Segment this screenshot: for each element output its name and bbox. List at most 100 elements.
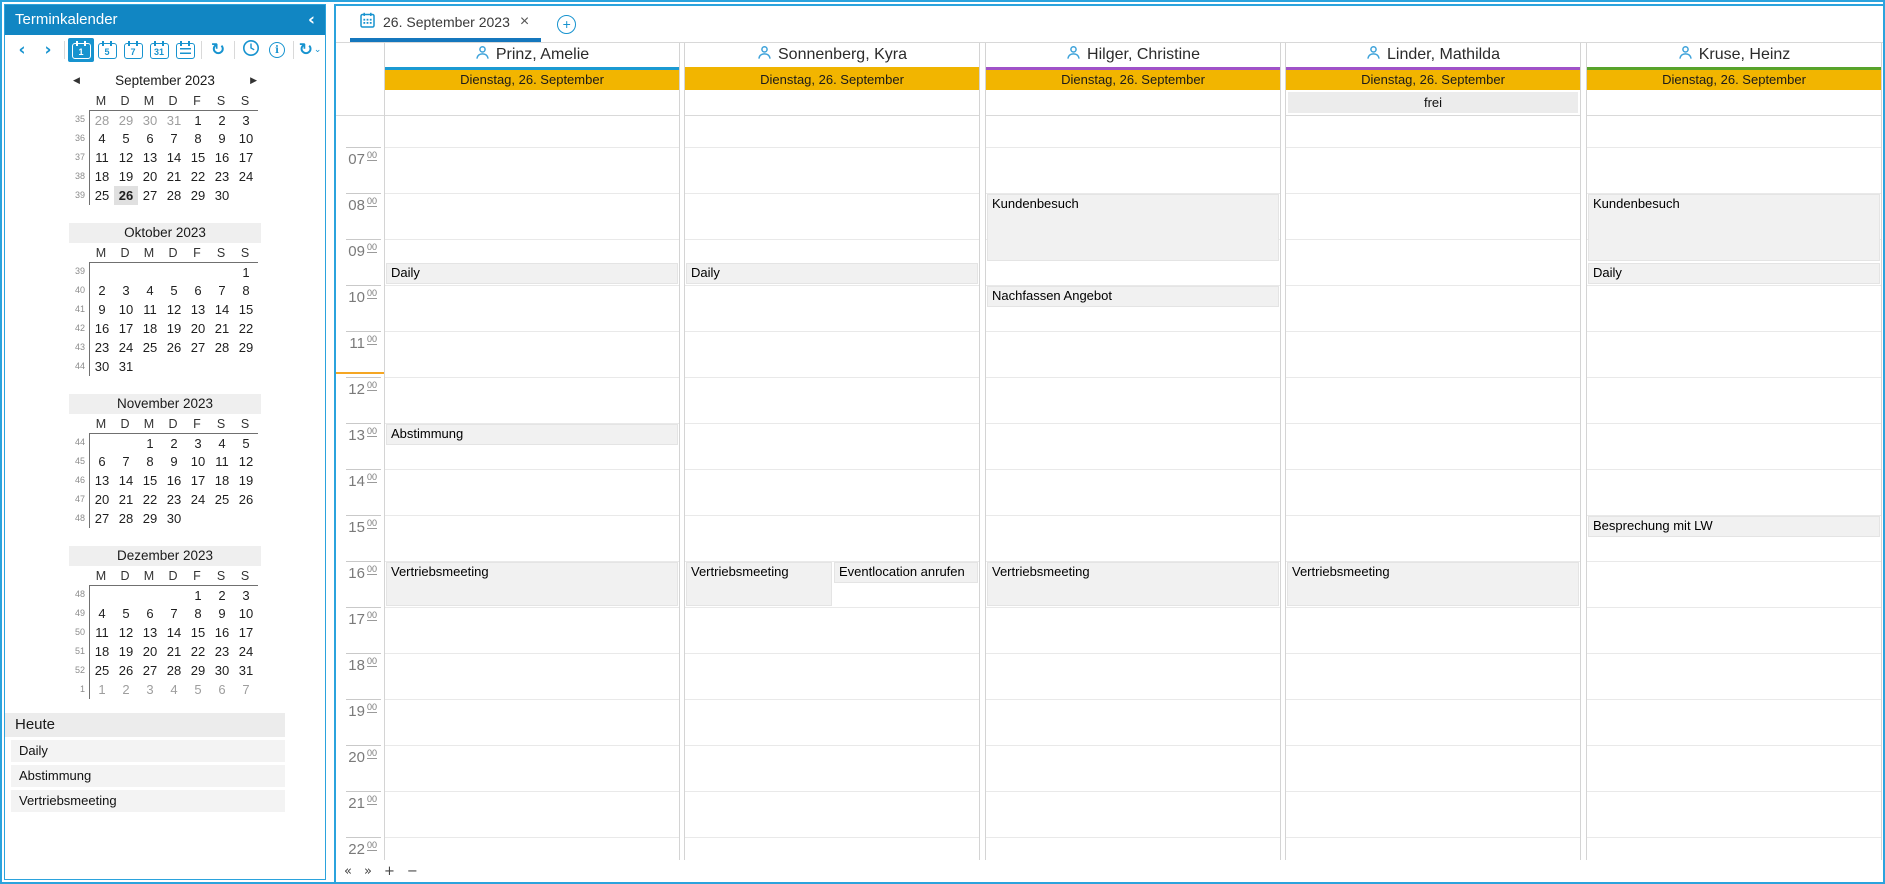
- sync-button[interactable]: ↻ ⌄: [297, 38, 323, 62]
- day-cell[interactable]: 17: [114, 319, 138, 338]
- day-cell[interactable]: 6: [186, 281, 210, 300]
- day-cell[interactable]: 26: [114, 186, 138, 205]
- day-cell[interactable]: 5: [114, 129, 138, 148]
- day-cell[interactable]: 17: [234, 623, 258, 642]
- day-cell[interactable]: 27: [90, 509, 114, 528]
- day-cell[interactable]: 15: [234, 300, 258, 319]
- column-header[interactable]: Hilger, Christine: [986, 43, 1280, 67]
- day-cell[interactable]: 27: [138, 661, 162, 680]
- day-cell[interactable]: 25: [210, 490, 234, 509]
- event[interactable]: Besprechung mit LW: [1588, 516, 1880, 537]
- info-button[interactable]: i: [264, 38, 290, 62]
- day-cell[interactable]: 24: [234, 167, 258, 186]
- day-cell[interactable]: 1: [138, 434, 162, 452]
- day-cell[interactable]: 7: [162, 604, 186, 623]
- month-view-button[interactable]: 31: [146, 38, 172, 62]
- day-cell[interactable]: 23: [162, 490, 186, 509]
- day-cell[interactable]: 15: [186, 623, 210, 642]
- event[interactable]: Abstimmung: [386, 424, 678, 445]
- day-cell[interactable]: 4: [90, 129, 114, 148]
- day-cell[interactable]: 4: [90, 604, 114, 623]
- day-cell[interactable]: 5: [186, 680, 210, 699]
- day-cell[interactable]: 13: [138, 148, 162, 167]
- day-cell[interactable]: 29: [234, 338, 258, 357]
- day-cell[interactable]: 10: [114, 300, 138, 319]
- day-cell[interactable]: 18: [138, 319, 162, 338]
- day-cell[interactable]: 22: [138, 490, 162, 509]
- day-cell[interactable]: 1: [186, 111, 210, 129]
- day-cell[interactable]: 3: [186, 434, 210, 452]
- event[interactable]: Daily: [1588, 263, 1880, 284]
- workweek-view-button[interactable]: 5: [94, 38, 120, 62]
- day-cell[interactable]: 28: [210, 338, 234, 357]
- event[interactable]: Vertriebsmeeting: [1287, 562, 1579, 606]
- day-cell[interactable]: 26: [162, 338, 186, 357]
- day-cell[interactable]: 24: [234, 642, 258, 661]
- day-cell[interactable]: 14: [162, 623, 186, 642]
- day-cell[interactable]: 12: [234, 452, 258, 471]
- day-cell[interactable]: 19: [162, 319, 186, 338]
- allday-event[interactable]: frei: [1288, 92, 1578, 113]
- day-cell[interactable]: 17: [186, 471, 210, 490]
- day-cell[interactable]: 15: [186, 148, 210, 167]
- refresh-button[interactable]: ↻: [205, 38, 231, 62]
- day-cell[interactable]: 30: [90, 357, 114, 376]
- column-header[interactable]: Sonnenberg, Kyra: [685, 43, 979, 67]
- prev-period-button[interactable]: ‹: [9, 38, 35, 62]
- day-cell[interactable]: 17: [234, 148, 258, 167]
- day-cell[interactable]: 10: [234, 604, 258, 623]
- day-cell[interactable]: 5: [234, 434, 258, 452]
- agenda-view-button[interactable]: [172, 38, 198, 62]
- day-cell[interactable]: 3: [234, 586, 258, 604]
- day-cell[interactable]: 15: [138, 471, 162, 490]
- day-cell[interactable]: 27: [138, 186, 162, 205]
- day-cell[interactable]: 6: [210, 680, 234, 699]
- day-cell[interactable]: 22: [186, 642, 210, 661]
- day-cell[interactable]: 12: [114, 623, 138, 642]
- time-scale-button[interactable]: [238, 38, 264, 62]
- day-cell[interactable]: 1: [186, 586, 210, 604]
- next-month-icon[interactable]: ▶: [250, 71, 257, 91]
- day-cell[interactable]: 7: [114, 452, 138, 471]
- prev-month-icon[interactable]: ◀: [73, 71, 80, 91]
- column-header[interactable]: Prinz, Amelie: [385, 43, 679, 67]
- day-cell[interactable]: 9: [90, 300, 114, 319]
- day-cell[interactable]: 19: [114, 167, 138, 186]
- next-period-button[interactable]: ›: [35, 38, 61, 62]
- scroll-left-button[interactable]: «: [344, 865, 352, 878]
- day-cell[interactable]: 3: [114, 281, 138, 300]
- day-cell[interactable]: 23: [90, 338, 114, 357]
- day-cell[interactable]: 21: [114, 490, 138, 509]
- day-cell[interactable]: 8: [138, 452, 162, 471]
- event[interactable]: Vertriebsmeeting: [987, 562, 1279, 606]
- day-cell[interactable]: 4: [162, 680, 186, 699]
- day-cell[interactable]: 4: [210, 434, 234, 452]
- collapse-sidebar-button[interactable]: ‹: [308, 5, 315, 35]
- day-cell[interactable]: 2: [162, 434, 186, 452]
- day-cell[interactable]: 25: [138, 338, 162, 357]
- day-cell[interactable]: 13: [90, 471, 114, 490]
- day-cell[interactable]: 28: [114, 509, 138, 528]
- day-cell[interactable]: 1: [90, 680, 114, 699]
- event[interactable]: Vertriebsmeeting: [386, 562, 678, 606]
- day-cell[interactable]: 1: [234, 263, 258, 281]
- day-view-button[interactable]: 1: [68, 38, 94, 62]
- day-cell[interactable]: 6: [90, 452, 114, 471]
- day-cell[interactable]: 2: [114, 680, 138, 699]
- day-cell[interactable]: 23: [210, 167, 234, 186]
- day-cell[interactable]: 5: [162, 281, 186, 300]
- day-cell[interactable]: 28: [90, 111, 114, 129]
- day-cell[interactable]: 14: [162, 148, 186, 167]
- day-cell[interactable]: 10: [186, 452, 210, 471]
- day-cell[interactable]: 18: [210, 471, 234, 490]
- day-cell[interactable]: 23: [210, 642, 234, 661]
- day-cell[interactable]: 18: [90, 642, 114, 661]
- day-cell[interactable]: 18: [90, 167, 114, 186]
- day-cell[interactable]: 20: [90, 490, 114, 509]
- column-header[interactable]: Linder, Mathilda: [1286, 43, 1580, 67]
- tab-day-view[interactable]: 26. September 2023 ×: [350, 6, 542, 42]
- day-cell[interactable]: 7: [234, 680, 258, 699]
- day-cell[interactable]: 11: [138, 300, 162, 319]
- day-cell[interactable]: 31: [234, 661, 258, 680]
- zoom-out-button[interactable]: −: [407, 865, 418, 878]
